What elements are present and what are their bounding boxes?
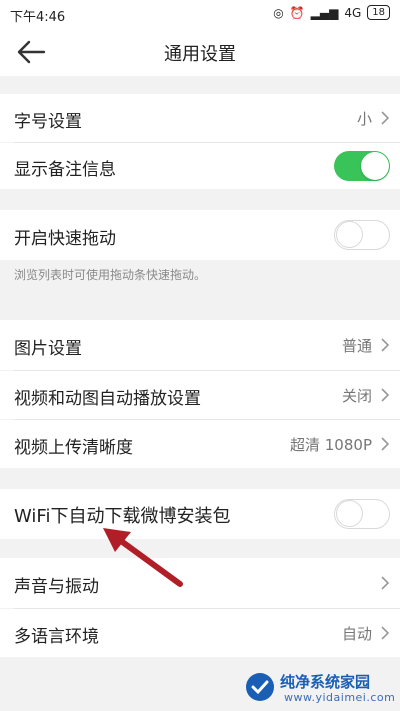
fast-scroll-toggle[interactable] [334, 220, 390, 250]
font-size-label: 字号设置 [14, 112, 82, 132]
autoplay-value: 关闭 [341, 387, 372, 405]
chevron-right-icon [381, 576, 390, 590]
chevron-right-icon [381, 338, 390, 352]
language-label: 多语言环境 [14, 627, 99, 647]
image-settings-row[interactable]: 图片设置 普通 [0, 320, 400, 370]
toggle-knob [361, 152, 389, 180]
alarm-icon: ⏰ [289, 5, 305, 20]
sound-vibration-row[interactable]: 声音与振动 [0, 558, 400, 608]
chevron-right-icon [381, 388, 390, 402]
show-remarks-row: 显示备注信息 [0, 143, 400, 189]
image-settings-value: 普通 [341, 337, 372, 355]
watermark: 纯净系统家园 www.yidaimei.com [244, 667, 396, 707]
sound-vibration-label: 声音与振动 [14, 577, 99, 597]
autoplay-row[interactable]: 视频和动图自动播放设置 关闭 [0, 371, 400, 419]
upload-quality-label: 视频上传清晰度 [14, 438, 133, 458]
battery-icon: 18 [367, 5, 390, 20]
network-label: 4G [344, 5, 362, 20]
annotation-arrow [103, 528, 183, 587]
chevron-right-icon [381, 626, 390, 640]
toggle-knob [336, 500, 363, 527]
watermark-name: 纯净系统家园 [280, 673, 371, 691]
autoplay-label: 视频和动图自动播放设置 [14, 389, 201, 409]
status-icons: ◎ ⏰ ▂▄▆ 4G 18 [273, 5, 390, 20]
language-value: 自动 [341, 625, 372, 643]
chevron-right-icon [381, 111, 390, 125]
fast-scroll-row: 开启快速拖动 [0, 210, 400, 260]
hotspot-icon: ◎ [273, 5, 284, 20]
show-remarks-toggle[interactable] [334, 151, 390, 181]
chevron-right-icon [381, 437, 390, 451]
show-remarks-label: 显示备注信息 [14, 160, 116, 180]
header: 通用设置 [0, 28, 400, 76]
wifi-download-row: WiFi下自动下载微博安装包 [0, 489, 400, 539]
upload-quality-row[interactable]: 视频上传清晰度 超清 1080P [0, 420, 400, 468]
watermark-logo-icon [246, 673, 274, 701]
font-size-value: 小 [356, 110, 372, 128]
toggle-knob [336, 221, 363, 248]
status-bar: 下午4:46 ◎ ⏰ ▂▄▆ 4G 18 [0, 0, 400, 28]
upload-quality-value: 超清 1080P [290, 436, 372, 454]
status-time: 下午4:46 [10, 10, 66, 25]
fast-scroll-label: 开启快速拖动 [14, 229, 116, 249]
watermark-url: www.yidaimei.com [284, 691, 396, 704]
language-row[interactable]: 多语言环境 自动 [0, 609, 400, 657]
wifi-download-toggle[interactable] [334, 499, 390, 529]
page-title: 通用设置 [164, 44, 236, 65]
fast-scroll-hint: 浏览列表时可使用拖动条快速拖动。 [14, 268, 207, 282]
font-size-row[interactable]: 字号设置 小 [0, 94, 400, 142]
signal-icon: ▂▄▆ [310, 5, 339, 20]
image-settings-label: 图片设置 [14, 339, 82, 359]
